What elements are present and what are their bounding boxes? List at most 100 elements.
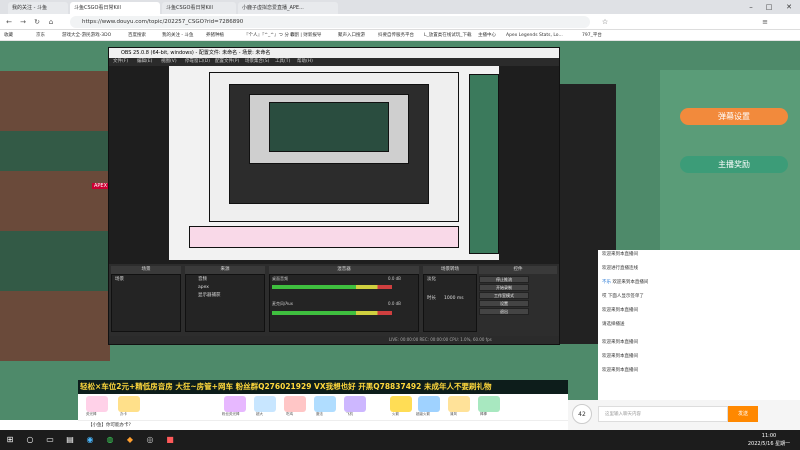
bookmark-item[interactable]: 游戏大全-游民游戏-3DO	[62, 31, 111, 40]
browser-icon[interactable]: ◉	[84, 434, 96, 446]
display-capture-preview	[169, 66, 499, 260]
minimize-icon[interactable]: –	[744, 0, 758, 14]
bookmark-item[interactable]: 养猪种植	[206, 31, 224, 40]
browser-tab[interactable]: 小鹿子虚拟恋爱直播_APE...	[238, 2, 338, 14]
browser-tab-bar: 我的关注 - 斗鱼 斗鱼CSGO看日常Kill 斗鱼CSGO看日常Kill 小鹿…	[0, 0, 800, 14]
gift-icon[interactable]	[418, 396, 440, 412]
transitions-panel: 淡化 时长 1000 ms	[423, 274, 477, 332]
obs-preview[interactable]	[109, 66, 559, 264]
bookmark-item[interactable]: 收割 | 财新报导	[290, 31, 321, 40]
maximize-icon[interactable]: □	[762, 0, 776, 14]
scene-item[interactable]: 场景	[115, 276, 124, 283]
source-item[interactable]: 音频	[198, 276, 207, 283]
gift-icon[interactable]	[314, 396, 336, 412]
start-recording-button[interactable]: 开始录制	[479, 284, 529, 291]
star-icon[interactable]: ☆	[600, 17, 610, 27]
bookmark-item[interactable]: 聚声入口搜游	[338, 31, 365, 40]
transition-type[interactable]: 淡化	[427, 276, 436, 283]
bookmark-item[interactable]: 我的关注 - 斗鱼	[162, 31, 193, 40]
send-button[interactable]: 发送	[728, 406, 758, 422]
menu-profile[interactable]: 配置文件(P)	[215, 58, 239, 66]
clock-date: 2022/5/16 星期一	[747, 441, 791, 447]
menu-help[interactable]: 帮助(H)	[297, 58, 313, 66]
gift-icon[interactable]	[118, 396, 140, 412]
chat-message: 不乐 欢迎来到本直播间	[602, 280, 649, 285]
bookmark-item[interactable]: Apex Legends Stats, Lo...	[506, 31, 563, 40]
gift-icon[interactable]	[448, 396, 470, 412]
gift-icon[interactable]	[224, 396, 246, 412]
gift-icon[interactable]	[86, 396, 108, 412]
app-icon[interactable]: ◆	[124, 434, 136, 446]
chat-message: 欢迎来到本直播间	[602, 308, 638, 313]
bookmark-item[interactable]: 百度搜索	[128, 31, 146, 40]
wechat-icon[interactable]: ◍	[104, 434, 116, 446]
gift-icon[interactable]	[478, 396, 500, 412]
sources-dock-header: 来源	[185, 266, 265, 274]
bookmark-item[interactable]: 收藏	[4, 31, 13, 40]
chat-message: 请选择播送	[602, 322, 625, 327]
bookmark-item[interactable]: 797_平台	[582, 31, 602, 40]
close-icon[interactable]: ✕	[782, 0, 796, 14]
settings-button[interactable]: 设置	[479, 300, 529, 307]
file-explorer-icon[interactable]: ▤	[64, 434, 76, 446]
back-icon[interactable]: ←	[4, 17, 14, 27]
forward-icon[interactable]: →	[18, 17, 28, 27]
bookmark-item[interactable]: 抖要自传服务平台	[378, 31, 414, 40]
chat-input-area: 42 这里输入聊天内容 发送	[568, 400, 800, 430]
obs-docks: 场景 场景 来源 音频 apex 显示器捕获 混音器 桌面音频 0.0 dB 麦…	[109, 264, 559, 344]
ape-tag: APEX	[92, 183, 110, 189]
menu-docks[interactable]: 停靠窗口(D)	[185, 58, 210, 66]
exit-button[interactable]: 退出	[479, 308, 529, 315]
home-icon[interactable]: ⌂	[46, 17, 56, 27]
scenes-dock-header: 场景	[111, 266, 181, 274]
menu-icon[interactable]: ≡	[760, 17, 770, 27]
gift-icon[interactable]	[390, 396, 412, 412]
search-icon[interactable]: ○	[24, 434, 36, 446]
system-clock[interactable]: 11:00 2022/5/16 星期一	[744, 432, 794, 448]
address-bar: ← → ↻ ⌂ https://www.douyu.com/topic/2022…	[0, 14, 800, 30]
menu-view[interactable]: 视图(V)	[161, 58, 177, 66]
obs-icon[interactable]: ◎	[144, 434, 156, 446]
captured-green-bar	[469, 74, 499, 254]
streamer-reward-button[interactable]: 主播奖励	[680, 156, 788, 173]
menu-edit[interactable]: 编辑(E)	[137, 58, 152, 66]
browser-tab-active[interactable]: 斗鱼CSGO看日常Kill	[70, 2, 160, 14]
studio-mode-button[interactable]: 工作室模式	[479, 292, 529, 299]
menu-scene-collection[interactable]: 场景集合(S)	[245, 58, 269, 66]
menu-tools[interactable]: 工具(T)	[275, 58, 290, 66]
bookmark-item[interactable]: 主播中心	[478, 31, 496, 40]
obs-title-bar[interactable]: OBS 25.0.8 (64-bit, windows) - 配置文件: 未命名…	[109, 48, 559, 58]
chat-message: 哎 下面人显示签单了	[602, 294, 644, 299]
danmu-settings-button[interactable]: 弹幕设置	[680, 108, 788, 125]
gift-label: 清风	[450, 412, 457, 416]
browser-tab[interactable]: 我的关注 - 斗鱼	[8, 2, 68, 14]
source-item[interactable]: apex	[198, 284, 209, 291]
scenes-list[interactable]: 场景	[111, 274, 181, 332]
bookmark-item[interactable]: 京东	[36, 31, 45, 40]
browser-tab[interactable]: 斗鱼CSGO看日常Kill	[162, 2, 236, 14]
gift-count-badge[interactable]: 42	[572, 404, 592, 424]
gift-icon[interactable]	[254, 396, 276, 412]
sources-list[interactable]: 音频 apex 显示器捕获	[185, 274, 265, 332]
bottom-strip: 【小鱼】你可能办卡?	[78, 420, 568, 430]
obs-window[interactable]: OBS 25.0.8 (64-bit, windows) - 配置文件: 未命名…	[108, 47, 560, 345]
windows-start-icon[interactable]: ⊞	[4, 434, 16, 446]
duration-input[interactable]: 1000 ms	[444, 295, 464, 302]
menu-file[interactable]: 文件(F)	[113, 58, 128, 66]
duration-label: 时长	[427, 296, 436, 301]
url-input[interactable]: https://www.douyu.com/topic/202257_CSGO?…	[70, 16, 590, 28]
gift-icon[interactable]	[344, 396, 366, 412]
chat-message: 欢迎来到本直播间	[602, 354, 638, 359]
chat-input[interactable]: 这里输入聊天内容	[598, 406, 728, 422]
reload-icon[interactable]: ↻	[32, 17, 42, 27]
bookmark-item[interactable]: 『个人』『^_^』つ 分 ロ	[244, 31, 295, 40]
app-icon[interactable]: ■	[164, 434, 176, 446]
stream-video-left: APEX	[0, 71, 110, 361]
source-item[interactable]: 显示器捕获	[198, 292, 221, 299]
gift-icon[interactable]	[284, 396, 306, 412]
stop-streaming-button[interactable]: 停止推流	[479, 276, 529, 283]
audio-mixer: 桌面音频 0.0 dB 麦克风/Aux 0.0 dB	[269, 274, 419, 332]
task-view-icon[interactable]: ▭	[44, 434, 56, 446]
gift-label: 荧光棒	[86, 412, 97, 416]
bookmark-item[interactable]: L_放置类在线试玩_下载	[424, 31, 472, 40]
